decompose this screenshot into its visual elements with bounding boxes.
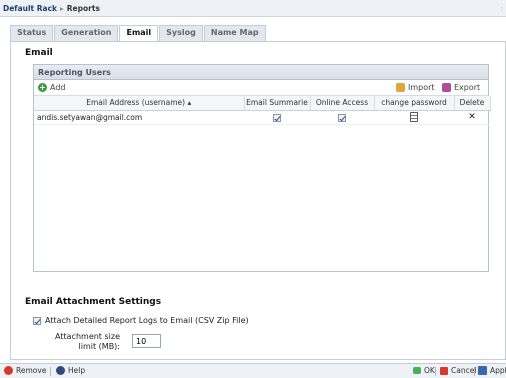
email-cell: andis.setyawan@gmail.com	[34, 110, 244, 125]
add-button[interactable]: Add	[38, 83, 66, 92]
online-access-cell	[310, 110, 374, 125]
remove-label: Remove	[16, 366, 47, 375]
change-password-icon[interactable]	[410, 112, 418, 122]
online-access-checkbox[interactable]	[338, 113, 346, 122]
breadcrumb-separator: ▸	[60, 4, 64, 13]
cancel-label: Cancel	[451, 366, 477, 375]
breadcrumb-root[interactable]: Default Rack	[3, 4, 57, 13]
corner-marker: :	[500, 4, 503, 13]
change-password-cell	[374, 110, 454, 125]
attachment-section-title: Email Attachment Settings	[25, 297, 162, 307]
grid-toolbar: Add Import Export	[34, 80, 488, 96]
column-header-email[interactable]: Email Address (username) ▴	[34, 96, 245, 111]
users-table: Email Address (username) ▴ Email Summari…	[34, 96, 491, 125]
help-label: Help	[68, 366, 86, 375]
import-button[interactable]: Import	[396, 83, 435, 92]
apply-label: Apply	[490, 366, 506, 375]
footer-divider	[474, 367, 475, 376]
table-header-row: Email Address (username) ▴ Email Summari…	[34, 96, 491, 111]
cancel-button[interactable]: Cancel	[440, 366, 476, 375]
breadcrumb: Default Rack ▸ Reports :	[0, 0, 506, 17]
ok-icon	[413, 367, 421, 374]
attach-logs-checkbox[interactable]	[33, 316, 41, 325]
email-summaries-checkbox[interactable]	[273, 113, 281, 122]
help-icon	[56, 366, 65, 375]
remove-button[interactable]: Remove	[4, 366, 46, 375]
attach-logs-label: Attach Detailed Report Logs to Email (CS…	[45, 316, 249, 325]
import-icon	[396, 83, 405, 92]
cancel-icon	[440, 366, 448, 375]
attach-logs-row: Attach Detailed Report Logs to Email (CS…	[33, 316, 249, 325]
footer-divider	[435, 367, 436, 376]
grid-title: Reporting Users	[34, 65, 488, 80]
footer-bar: Remove Help OK Cancel Apply	[0, 363, 506, 378]
email-section-title: Email	[25, 48, 53, 58]
add-icon	[38, 83, 47, 92]
export-label: Export	[454, 83, 481, 92]
tab-name-map[interactable]: Name Map	[203, 25, 266, 41]
column-header-change-password[interactable]: change password	[374, 96, 455, 111]
delete-icon[interactable]: ✕	[468, 112, 476, 122]
column-header-email-summaries[interactable]: Email Summarie	[244, 96, 311, 111]
tab-status[interactable]: Status	[10, 25, 54, 41]
import-label: Import	[408, 83, 435, 92]
reporting-users-grid: Reporting Users Add Import Export Email …	[33, 64, 491, 272]
column-header-online-access[interactable]: Online Access	[310, 96, 375, 111]
column-header-delete[interactable]: Delete	[454, 96, 491, 111]
size-limit-input[interactable]	[132, 334, 161, 348]
add-label: Add	[50, 83, 66, 92]
ok-label: OK	[424, 366, 435, 375]
export-icon	[442, 83, 451, 92]
email-summaries-cell	[244, 110, 310, 125]
help-button[interactable]: Help	[56, 366, 85, 375]
tab-email[interactable]: Email	[119, 25, 159, 42]
tab-syslog[interactable]: Syslog	[159, 25, 203, 41]
tab-bar: Status Generation Email Syslog Name Map	[10, 25, 267, 42]
size-limit-label: Attachment size limit (MB):	[55, 332, 120, 351]
breadcrumb-current: Reports	[66, 4, 100, 13]
ok-button[interactable]: OK	[413, 366, 435, 375]
delete-cell: ✕	[454, 110, 490, 125]
apply-button[interactable]: Apply	[478, 366, 506, 375]
footer-divider	[50, 367, 51, 376]
remove-icon	[4, 366, 13, 375]
tab-generation[interactable]: Generation	[54, 25, 119, 41]
export-button[interactable]: Export	[442, 83, 480, 92]
apply-icon	[478, 366, 487, 375]
table-row[interactable]: andis.setyawan@gmail.com ✕	[34, 110, 490, 125]
